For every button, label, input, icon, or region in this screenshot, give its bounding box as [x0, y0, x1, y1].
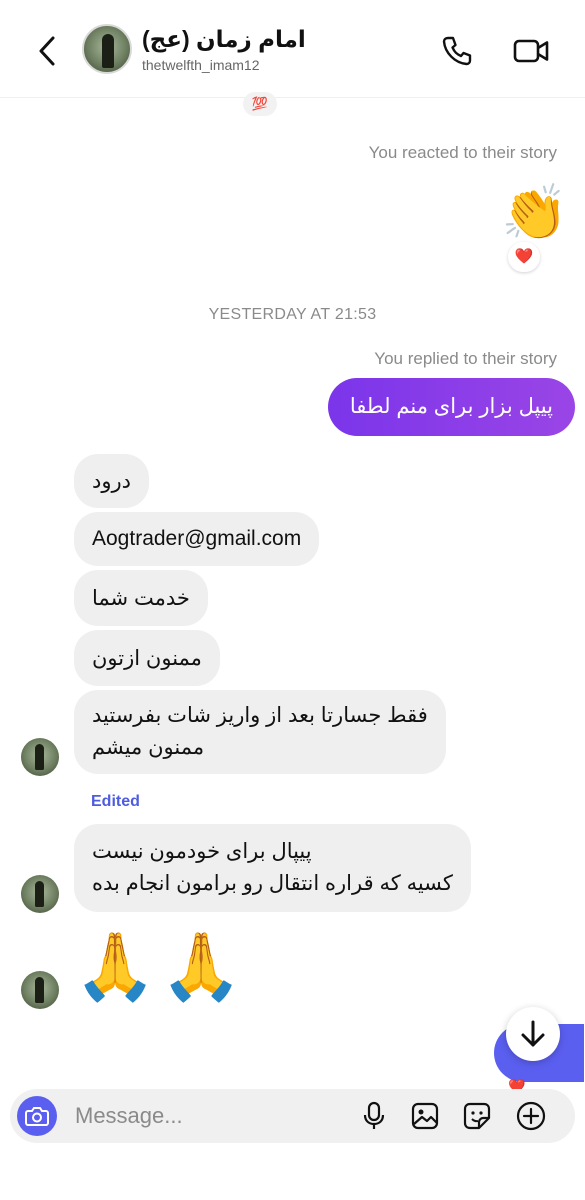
heart-reaction-badge[interactable]: ❤️ [508, 242, 540, 272]
image-icon [411, 1102, 439, 1130]
message-text-line: پیپال برای خودمون نیست [92, 840, 312, 863]
video-camera-icon [513, 39, 549, 63]
clap-emoji-message[interactable]: 👏 [495, 178, 575, 248]
camera-button[interactable] [17, 1096, 57, 1136]
gallery-button[interactable] [409, 1100, 441, 1132]
contact-handle[interactable]: thetwelfth_imam12 [142, 57, 260, 73]
add-button[interactable] [515, 1100, 547, 1132]
timestamp: YESTERDAY AT 21:53 [208, 306, 377, 323]
message-text-line: فقط جسارتا بعد از واریز شات بفرستید [92, 704, 428, 727]
story-reaction-emoji: 💯 [243, 92, 277, 116]
incoming-message[interactable]: پیپال برای خودمون نیست کسیه که قراره انت… [74, 824, 471, 912]
pray-emoji-message[interactable]: 🙏🙏 [74, 922, 246, 1010]
microphone-icon [363, 1101, 385, 1129]
sticker-icon [463, 1102, 491, 1130]
phone-icon [442, 36, 472, 66]
reacted-label: You reacted to their story [368, 143, 557, 162]
chevron-left-icon [39, 36, 55, 66]
incoming-message[interactable]: ممنون ازتون [74, 630, 220, 686]
edited-label: Edited [91, 793, 140, 810]
message-text-line: کسیه که قراره انتقال رو برامون انجام بده [92, 872, 453, 895]
scroll-to-bottom-button[interactable] [506, 1007, 560, 1061]
sticker-button[interactable] [461, 1100, 493, 1132]
message-text: ممنون ازتون [92, 646, 202, 670]
message-text: Aogtrader@gmail.com [92, 527, 302, 550]
message-text-line: ممنون میشم [92, 736, 205, 759]
sender-avatar[interactable] [21, 738, 59, 776]
outgoing-message[interactable]: پیپل بزار برای منم لطفا [327, 378, 575, 436]
arrow-down-icon [521, 1020, 545, 1047]
plus-icon [516, 1101, 546, 1131]
voice-message-button[interactable] [358, 1100, 390, 1132]
incoming-message[interactable]: Aogtrader@gmail.com [74, 512, 320, 566]
audio-call-button[interactable] [440, 34, 474, 68]
video-call-button[interactable] [512, 34, 552, 68]
sender-avatar[interactable] [21, 971, 59, 1009]
back-button[interactable] [30, 34, 64, 68]
message-text: درود [92, 469, 131, 493]
message-text: خدمت شما [92, 586, 190, 610]
incoming-message[interactable]: درود [74, 454, 149, 508]
message-composer [10, 1089, 575, 1143]
replied-label: You replied to their story [374, 349, 557, 368]
sender-avatar[interactable] [21, 875, 59, 913]
camera-icon [25, 1107, 49, 1126]
contact-name[interactable]: امام زمان (عج) [142, 26, 306, 53]
profile-avatar[interactable] [82, 24, 132, 74]
incoming-message[interactable]: خدمت شما [74, 570, 208, 626]
message-input[interactable] [75, 1089, 335, 1143]
chat-header: امام زمان (عج) thetwelfth_imam12 [0, 0, 585, 98]
incoming-message[interactable]: فقط جسارتا بعد از واریز شات بفرستید ممنو… [74, 690, 446, 774]
